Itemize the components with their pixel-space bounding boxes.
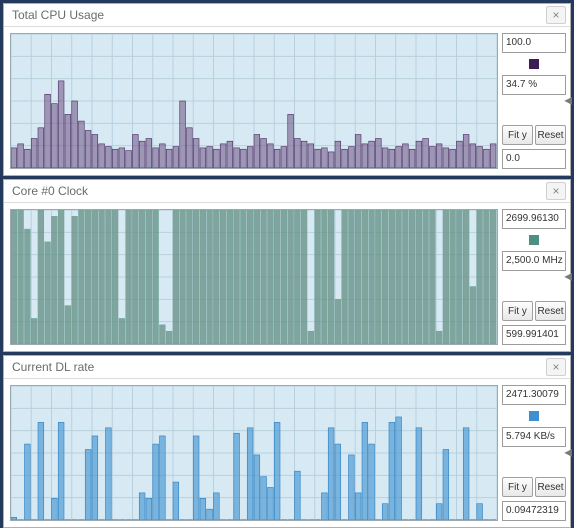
reset-button[interactable]: Reset [535,125,566,145]
series-swatch [502,409,566,423]
y-min-value[interactable]: 599.991401 [502,325,566,345]
close-icon[interactable]: × [546,6,566,24]
panel-header: Core #0 Clock × [4,180,570,203]
panel-sidebar: 100.034.7 %Fit yReset0.0◀ [502,27,570,175]
panel-title: Core #0 Clock [12,184,88,198]
plot-area [10,33,498,169]
panel-title: Current DL rate [12,360,94,374]
fit-y-button[interactable]: Fit y [502,477,533,497]
panel-sidebar: 2471.30079 5.794 KB/s Fit yReset 0.09472319… [502,379,570,527]
y-max-value[interactable]: 2699.96130 [502,209,566,229]
chart-bars [11,210,497,344]
close-icon[interactable]: × [546,358,566,376]
y-min-value[interactable]: 0.09472319 [502,501,566,521]
panel-body: 2471.30079 5.794 KB/s Fit yReset 0.09472319… [4,379,570,527]
series-swatch [502,233,566,247]
fit-y-button[interactable]: Fit y [502,301,533,321]
chart-bars [11,386,497,520]
panel-dl: Current DL rate × 2471.30079 5.794 KB/s Fit … [3,355,571,528]
y-max-value[interactable]: 100.0 [502,33,566,53]
reset-button[interactable]: Reset [535,301,566,321]
panel-body: 100.034.7 %Fit yReset0.0◀ [4,27,570,175]
panel-cpu: Total CPU Usage × 100.0 34.7 % Fit yReset 0.0… [3,3,571,176]
current-value[interactable]: 2,500.0 MHz [502,251,566,271]
y-max-value[interactable]: 2471.30079 [502,385,566,405]
series-swatch [502,57,566,71]
panel-sidebar: 2699.96130 2,500.0 MHz Fit yReset 599.99140… [502,203,570,351]
current-value[interactable]: 34.7 % [502,75,566,95]
plot-area [10,209,498,345]
close-icon[interactable]: × [546,182,566,200]
panel-body: 2699.96130 2,500.0 MHz Fit yReset 599.99140… [4,203,570,351]
chart-bars [11,34,497,168]
y-min-value[interactable]: 0.0 [502,149,566,169]
panel-header: Total CPU Usage × [4,4,570,27]
panel-clock: Core #0 Clock × 2699.96130 2,500.0 MHz Fit y… [3,179,571,352]
plot-area [10,385,498,521]
reset-button[interactable]: Reset [535,477,566,497]
fit-y-button[interactable]: Fit y [502,125,533,145]
panel-title: Total CPU Usage [12,8,104,22]
current-value[interactable]: 5.794 KB/s [502,427,566,447]
panel-header: Current DL rate × [4,356,570,379]
